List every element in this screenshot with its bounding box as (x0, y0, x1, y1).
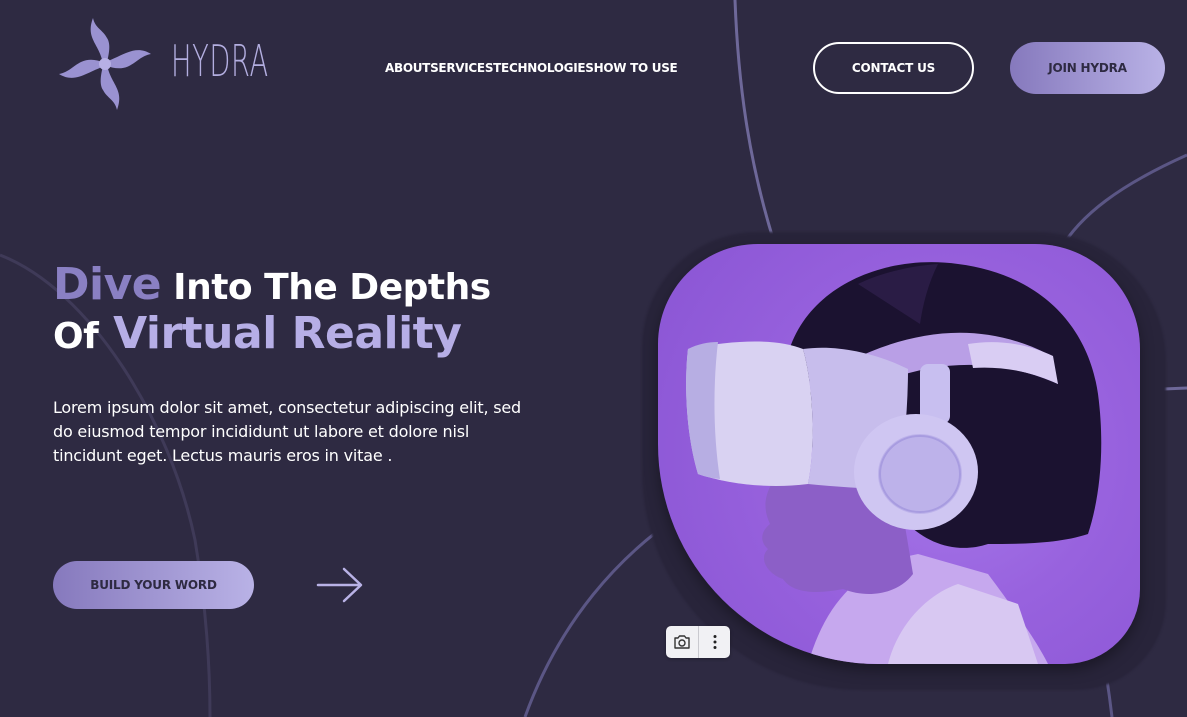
main-nav: ABOUT SERVICES TECHNOLOGIES HOW TO USE (385, 61, 678, 75)
vr-headset-person-icon (686, 262, 1102, 664)
nav-item-technologies[interactable]: TECHNOLOGIES (493, 61, 594, 75)
brand-logo[interactable]: HYDRA (55, 14, 268, 114)
hero-title-virtual-reality: Virtual Reality (98, 308, 462, 359)
build-your-word-button[interactable]: BUILD YOUR WORD (53, 561, 254, 609)
hero-title-dive: Dive (53, 259, 162, 310)
vr-hero-image (658, 244, 1140, 664)
hero-title: Dive Into The Depths Of Virtual Reality (53, 262, 573, 360)
join-hydra-button[interactable]: JOIN HYDRA (1010, 42, 1165, 94)
hero-title-into-the-depths: Into The Depths (161, 267, 491, 308)
nav-item-how-to-use[interactable]: HOW TO USE (594, 61, 678, 75)
arrow-right-icon[interactable] (316, 566, 364, 604)
nav-item-services[interactable]: SERVICES (430, 61, 493, 75)
contact-us-button[interactable]: CONTACT US (813, 42, 974, 94)
nav-item-about[interactable]: ABOUT (385, 61, 430, 75)
hero-description: Lorem ipsum dolor sit amet, consectetur … (53, 398, 521, 465)
screenshot-toolbar (666, 626, 730, 658)
brand-name: HYDRA (171, 36, 269, 87)
hero-title-of: Of (53, 316, 99, 357)
more-vertical-icon[interactable] (698, 626, 730, 658)
hydra-swirl-logo-icon (59, 18, 151, 110)
camera-icon[interactable] (666, 626, 698, 658)
